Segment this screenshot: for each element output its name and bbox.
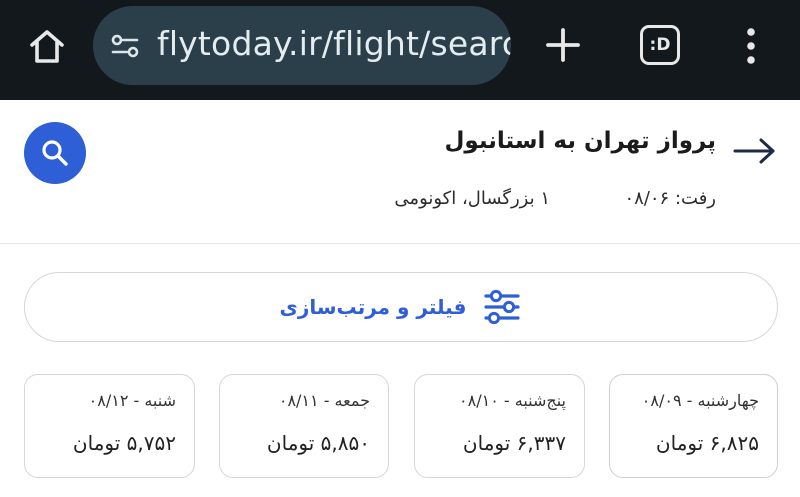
departure-date: رفت: ۰۸/۰۶ — [624, 188, 716, 209]
home-icon — [30, 30, 64, 63]
search-button[interactable] — [24, 122, 86, 184]
search-summary-header: پرواز تهران به استانبول رفت: ۰۸/۰۶ ۱ بزر… — [0, 100, 800, 244]
date-card-price: ۶,۳۳۷ تومان — [462, 431, 566, 455]
date-card[interactable]: چهارشنبه - ۰۸/۰۹ ۶,۸۲۵ تومان — [609, 374, 778, 478]
more-vert-icon[interactable] — [736, 24, 766, 68]
url-text[interactable]: flytoday.ir/flight/searcl — [157, 24, 511, 63]
date-card-day: جمعه - ۰۸/۱۱ — [278, 391, 370, 410]
date-card-price: ۵,۷۵۲ تومان — [72, 431, 176, 455]
date-card-day: پنج‌شنبه - ۰۸/۱۰ — [459, 391, 566, 410]
site-settings-icon[interactable] — [107, 28, 143, 64]
home-button[interactable] — [22, 22, 72, 72]
date-card-day: شنبه - ۰۸/۱۲ — [88, 391, 176, 410]
passenger-class-info: ۱ بزرگسال، اکونومی — [394, 188, 550, 209]
back-arrow-icon[interactable] — [731, 136, 777, 166]
filter-sliders-icon — [484, 289, 521, 325]
date-card[interactable]: جمعه - ۰۸/۱۱ ۵,۸۵۰ تومان — [219, 374, 389, 478]
address-bar[interactable]: flytoday.ir/flight/searcl — [93, 6, 511, 85]
new-tab-plus-icon[interactable] — [540, 22, 586, 68]
date-card[interactable]: پنج‌شنبه - ۰۸/۱۰ ۶,۳۳۷ تومان — [414, 374, 585, 478]
date-card-price: ۶,۸۲۵ تومان — [655, 431, 759, 455]
filter-sort-button[interactable]: فیلتر و مرتب‌سازی — [24, 272, 778, 342]
date-card-price: ۵,۸۵۰ تومان — [266, 431, 370, 455]
route-title: پرواز تهران به استانبول — [444, 128, 716, 154]
tabs-label: :D — [649, 35, 671, 55]
tabs-switcher-button[interactable]: :D — [640, 25, 680, 65]
filter-sort-label: فیلتر و مرتب‌سازی — [279, 295, 467, 319]
date-card[interactable]: شنبه - ۰۸/۱۲ ۵,۷۵۲ تومان — [24, 374, 195, 478]
search-icon — [42, 140, 68, 166]
date-card-day: چهارشنبه - ۰۸/۰۹ — [641, 391, 759, 410]
browser-toolbar: flytoday.ir/flight/searcl :D — [0, 0, 800, 100]
